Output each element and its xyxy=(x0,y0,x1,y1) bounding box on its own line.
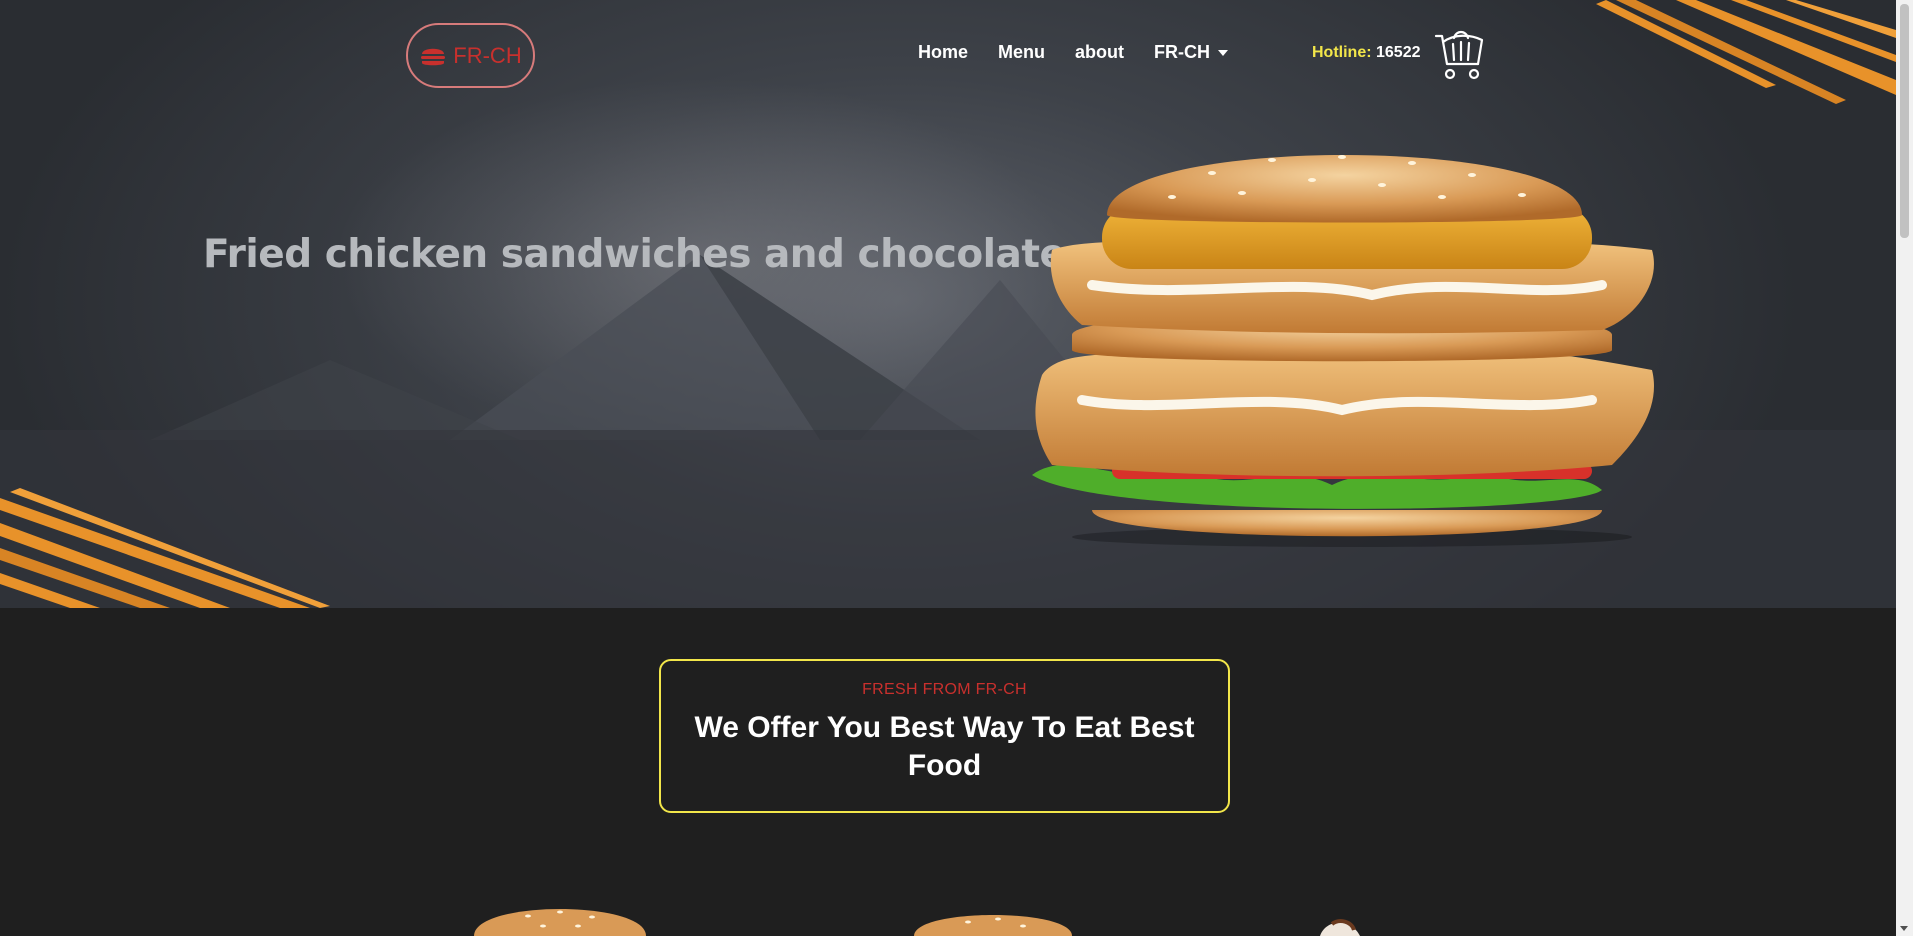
page-scrollbar[interactable] xyxy=(1896,0,1913,936)
nav-item-fr-ch-dropdown[interactable]: FR-CH xyxy=(1154,42,1229,63)
nav-item-menu[interactable]: Menu xyxy=(998,42,1045,63)
hero-title: Fried chicken sandwiches and chocolate xyxy=(203,232,1066,277)
caret-down-icon xyxy=(1218,49,1229,56)
decorative-brush-bottom-left xyxy=(0,488,330,608)
brand-logo-text: FR-CH xyxy=(453,42,522,68)
shopping-cart-icon[interactable] xyxy=(1434,28,1486,82)
chicken-sandwich-image xyxy=(1032,155,1654,547)
hotline-label: Hotline: xyxy=(1312,44,1372,61)
nav-dropdown-label: FR-CH xyxy=(1154,42,1211,62)
main-nav: Home Menu about FR-CH xyxy=(918,42,1229,63)
hotline: Hotline: 16522 xyxy=(1312,44,1421,62)
decorative-brush-top-right xyxy=(1596,0,1896,104)
offer-heading: We Offer You Best Way To Eat Best Food xyxy=(694,711,1195,782)
offer-card: FRESH FROM FR-CH We Offer You Best Way T… xyxy=(659,659,1230,813)
dessert-thumbnail[interactable] xyxy=(1310,916,1370,936)
scrollbar-thumb[interactable] xyxy=(1900,4,1909,238)
hotline-number: 16522 xyxy=(1376,44,1421,61)
burger-thumbnail-2[interactable] xyxy=(908,912,1078,936)
offer-kicker: FRESH FROM FR-CH xyxy=(862,681,1027,698)
nav-item-about[interactable]: about xyxy=(1075,42,1124,63)
nav-item-home[interactable]: Home xyxy=(918,42,968,63)
burger-thumbnail-1[interactable] xyxy=(468,904,652,936)
hero-banner: FR-CH Home Menu about FR-CH Hotline: 165… xyxy=(0,0,1896,608)
burger-icon xyxy=(421,48,446,65)
scroll-down-arrow-icon[interactable] xyxy=(1900,926,1908,931)
brand-logo[interactable]: FR-CH xyxy=(406,23,535,88)
